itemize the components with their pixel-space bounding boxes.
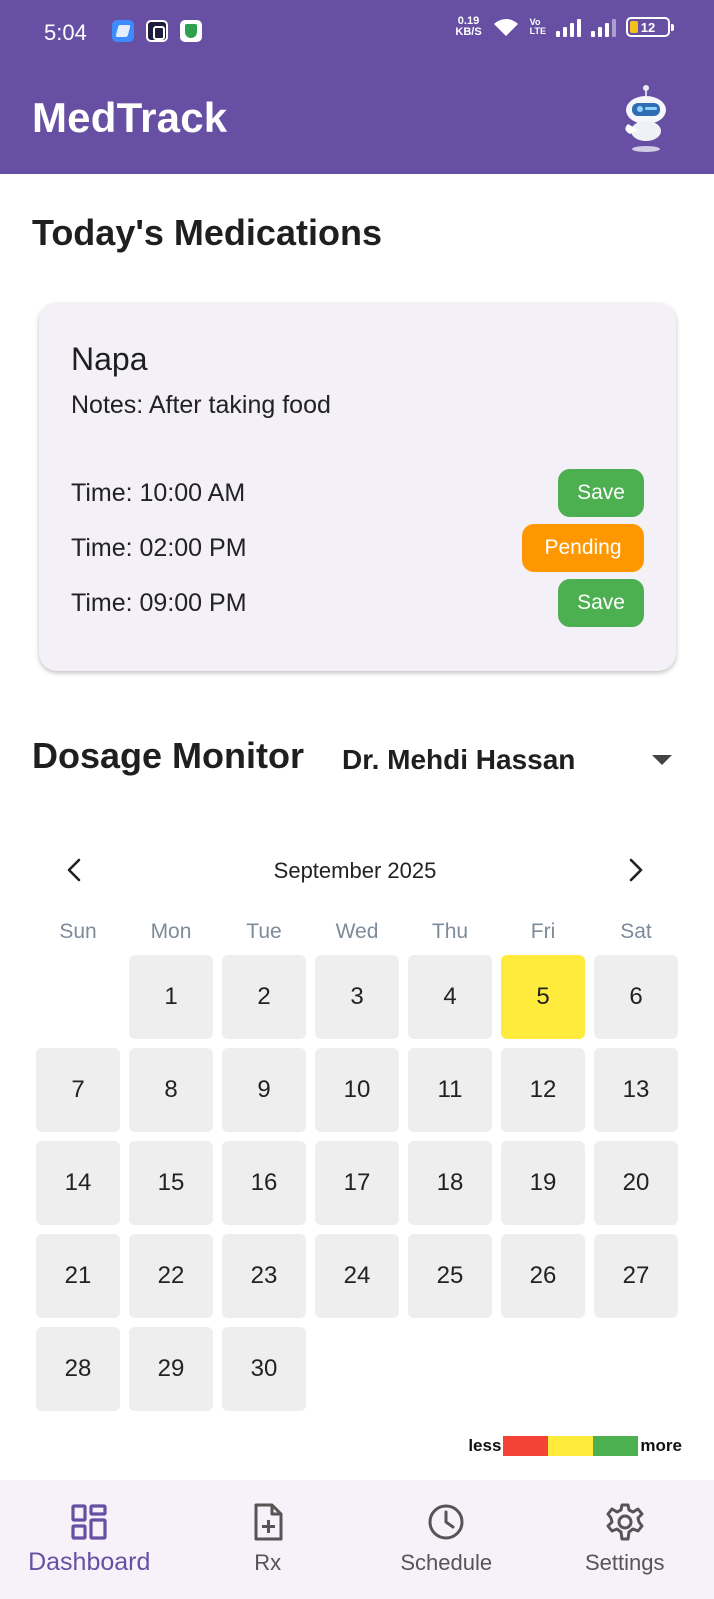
dose-time: Time: 09:00 PM [71, 588, 247, 617]
todays-medications-title: Today's Medications [32, 212, 382, 253]
calendar-day[interactable]: 18 [408, 1141, 492, 1225]
weekday-label: Sun [59, 920, 97, 943]
calendar-empty-cell [36, 955, 120, 1039]
calendar-day[interactable]: 12 [501, 1048, 585, 1132]
wifi-icon [493, 19, 518, 36]
calendar-day[interactable]: 28 [36, 1327, 120, 1411]
dose-row: Time: 09:00 PM Save [71, 579, 644, 627]
nav-label: Rx [254, 1550, 282, 1575]
nav-item-rx[interactable]: Rx [179, 1480, 358, 1599]
medication-notes: Notes: After taking food [71, 391, 331, 419]
dose-row: Time: 02:00 PM Pending [71, 524, 644, 572]
weekday-label: Sat [620, 920, 652, 943]
network-speed: 0.19 KB/S [455, 15, 482, 38]
bottom-navigation: Dashboard Rx Schedule Settings [0, 1480, 714, 1599]
calendar-day-today[interactable]: 5 [501, 955, 585, 1039]
calendar-day[interactable]: 22 [129, 1234, 213, 1318]
doctor-dropdown[interactable]: Dr. Mehdi Hassan [342, 738, 678, 782]
gear-icon [606, 1503, 644, 1541]
calendar-day[interactable]: 10 [315, 1048, 399, 1132]
calendar-day[interactable]: 29 [129, 1327, 213, 1411]
legend-swatch [593, 1436, 639, 1456]
medication-name: Napa [71, 341, 148, 377]
calendar-day[interactable]: 7 [36, 1048, 120, 1132]
weekday-label: Tue [246, 920, 282, 943]
legend-less-label: less [468, 1436, 502, 1455]
status-time: 5:04 [44, 20, 87, 45]
doctor-dropdown-value: Dr. Mehdi Hassan [342, 744, 576, 775]
calendar-day[interactable]: 26 [501, 1234, 585, 1318]
dose-save-button[interactable]: Save [558, 579, 644, 627]
app-notification-icon [146, 20, 168, 42]
calendar-day[interactable]: 17 [315, 1141, 399, 1225]
battery-icon: 12 [626, 17, 674, 37]
legend-swatch [503, 1436, 549, 1456]
nav-label: Settings [585, 1550, 665, 1575]
legend-more-label: more [640, 1436, 682, 1455]
clock-icon [428, 1504, 464, 1540]
weekday-label: Thu [431, 920, 469, 943]
chevron-right-icon [629, 858, 643, 882]
nav-item-settings[interactable]: Settings [536, 1480, 714, 1599]
app-bar: MedTrack [0, 64, 714, 174]
calendar-day[interactable]: 13 [594, 1048, 678, 1132]
signal-icon [591, 17, 616, 37]
app-title: MedTrack [32, 94, 228, 141]
weekday-label: Wed [335, 920, 379, 943]
calendar-day[interactable]: 20 [594, 1141, 678, 1225]
dosage-monitor-title: Dosage Monitor [32, 735, 305, 776]
shield-app-icon [180, 20, 202, 42]
calendar-header: September 2025 [54, 848, 674, 892]
battery-level: 12 [640, 19, 656, 35]
dose-time: Time: 10:00 AM [71, 478, 246, 507]
calendar-day[interactable]: 27 [594, 1234, 678, 1318]
intensity-legend: less more [468, 1436, 682, 1456]
dose-save-button[interactable]: Save [558, 469, 644, 517]
calendar-day[interactable]: 24 [315, 1234, 399, 1318]
nav-item-dashboard[interactable]: Dashboard [0, 1480, 179, 1599]
dose-row: Time: 10:00 AM Save [71, 469, 644, 517]
calendar-grid: 1 2 3 4 5 6 7 8 9 10 11 12 13 14 15 16 17 18 19 20 21 22 23 24 2… [36, 955, 678, 1411]
dose-pending-button[interactable]: Pending [522, 524, 644, 572]
robot-avatar-icon[interactable] [618, 84, 674, 156]
medication-card[interactable]: Napa Notes: After taking food Time: 10:0… [39, 303, 676, 671]
signal-icon [556, 17, 581, 37]
volte-indicator: Vo LTE [529, 17, 546, 36]
calendar-month-label: September 2025 [273, 858, 437, 883]
calendar-day[interactable]: 11 [408, 1048, 492, 1132]
calendar-day[interactable]: 16 [222, 1141, 306, 1225]
nav-item-schedule[interactable]: Schedule [357, 1480, 536, 1599]
notification-icons [112, 20, 202, 42]
system-indicators: 0.19 KB/S Vo LTE 12 [455, 15, 674, 38]
weekday-label: Fri [530, 920, 556, 943]
dropdown-arrow-icon[interactable] [652, 755, 672, 765]
calendar-day[interactable]: 1 [129, 955, 213, 1039]
calendar-day[interactable]: 2 [222, 955, 306, 1039]
nav-label: Schedule [400, 1550, 493, 1575]
calendar-day[interactable]: 9 [222, 1048, 306, 1132]
calendar-day[interactable]: 3 [315, 955, 399, 1039]
calendar-day[interactable]: 15 [129, 1141, 213, 1225]
weekday-label: Mon [150, 920, 192, 943]
add-document-icon [254, 1503, 283, 1541]
calendar-day[interactable]: 8 [129, 1048, 213, 1132]
nav-label: Dashboard [28, 1548, 151, 1576]
calendar-day[interactable]: 4 [408, 955, 492, 1039]
calendar-day[interactable]: 21 [36, 1234, 120, 1318]
calendar-day[interactable]: 23 [222, 1234, 306, 1318]
calendar-day[interactable]: 14 [36, 1141, 120, 1225]
dose-time: Time: 02:00 PM [71, 533, 247, 562]
dashboard-icon [71, 1504, 107, 1540]
app-notification-icon [112, 20, 134, 42]
calendar-day[interactable]: 30 [222, 1327, 306, 1411]
status-bar: 5:04 0.19 KB/S Vo LTE 12 [0, 0, 714, 64]
calendar-day[interactable]: 19 [501, 1141, 585, 1225]
calendar-day[interactable]: 25 [408, 1234, 492, 1318]
legend-swatch [548, 1436, 594, 1456]
legend-color-scale [503, 1436, 639, 1456]
calendar-day[interactable]: 6 [594, 955, 678, 1039]
calendar-weekdays: Sun Mon Tue Wed Thu Fri Sat [36, 920, 678, 944]
next-month-button[interactable] [620, 854, 652, 886]
